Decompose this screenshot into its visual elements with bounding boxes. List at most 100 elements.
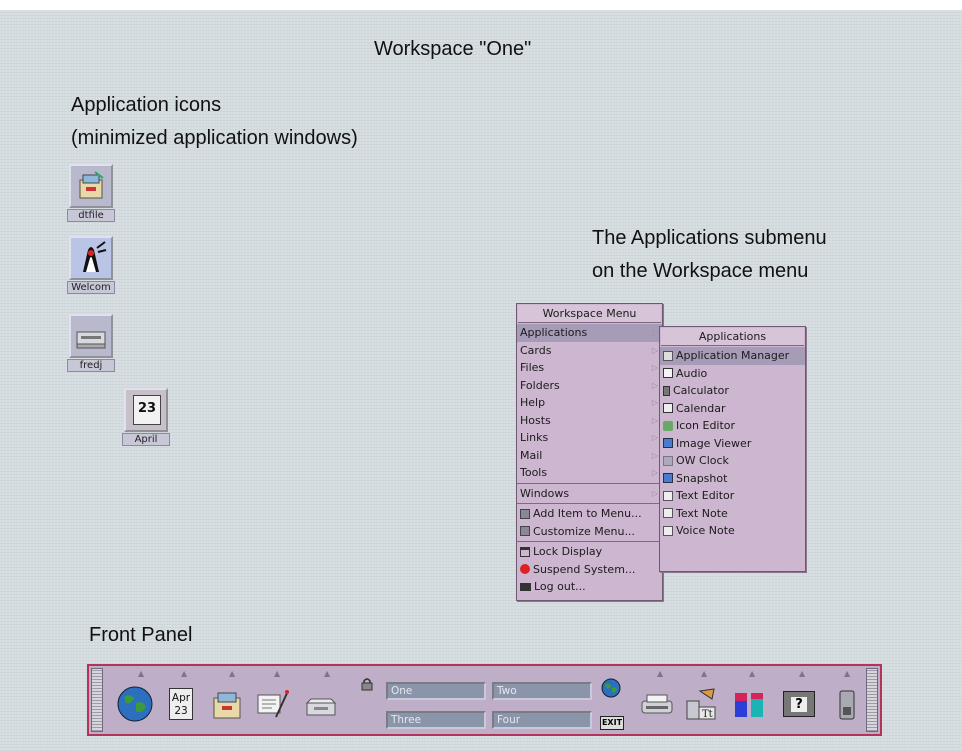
menu-item-mail[interactable]: Mail ▷ <box>517 447 662 465</box>
file-manager-icon <box>69 164 113 208</box>
submenu-caption: The Applications submenu <box>592 227 827 249</box>
menu-item-application-manager[interactable]: Application Manager <box>660 347 805 365</box>
menu-item-tools[interactable]: Tools ▷ <box>517 464 662 482</box>
menu-item-lock-display[interactable]: Lock Display <box>517 543 662 561</box>
workspace-caption: Workspace "One" <box>374 38 532 60</box>
trash-can-icon[interactable] <box>827 684 867 724</box>
subpanel-arrow-icon[interactable]: ▲ <box>181 669 187 678</box>
welcome-app-icon[interactable]: Welcom <box>67 236 115 294</box>
menu-separator <box>517 541 662 542</box>
application-manager-icon <box>663 350 673 361</box>
subpanel-arrow-icon[interactable]: ▲ <box>657 669 663 678</box>
workspace-menu: Workspace Menu Applications ▷ Cards ▷ File… <box>516 303 663 601</box>
lock-icon[interactable] <box>361 676 373 695</box>
globe-icon[interactable] <box>115 684 155 724</box>
subpanel-arrow-icon[interactable]: ▲ <box>229 669 235 678</box>
menu-item-add-item[interactable]: Add Item to Menu... <box>517 505 662 523</box>
menu-item-files[interactable]: Files ▷ <box>517 359 662 377</box>
desktop[interactable]: Workspace "One" Application icons (minim… <box>0 10 962 751</box>
icon-editor-icon <box>663 420 673 431</box>
add-item-icon <box>520 508 530 519</box>
menu-item-audio[interactable]: Audio <box>660 365 805 383</box>
mailer-icon[interactable] <box>301 684 341 724</box>
menu-item-voice-note[interactable]: Voice Note <box>660 522 805 540</box>
calculator-icon <box>663 385 670 396</box>
calendar-day: 23 <box>133 395 161 425</box>
svg-text:Tt: Tt <box>702 709 713 720</box>
menu-separator <box>517 482 662 484</box>
front-panel: ▲ ▲ ▲ ▲ ▲ ▲ ▲ ▲ ▲ ▲ Apr 23 One Two Three… <box>87 664 882 736</box>
workspace-one-button[interactable]: One <box>386 682 486 700</box>
subpanel-arrow-icon[interactable]: ▲ <box>274 669 280 678</box>
menu-item-applications[interactable]: Applications ▷ <box>517 324 662 342</box>
applications-submenu: Applications Application Manager Audio C… <box>659 326 806 572</box>
menu-item-text-note[interactable]: Text Note <box>660 505 805 523</box>
text-editor-icon[interactable] <box>253 684 293 724</box>
exit-button[interactable]: EXIT <box>600 716 624 730</box>
welcome-duke-icon <box>69 236 113 280</box>
text-note-icon <box>663 508 673 519</box>
file-manager-icon[interactable] <box>207 684 247 724</box>
calendar-icon: 23 <box>124 388 168 432</box>
performance-meter-icon[interactable] <box>729 684 769 724</box>
menu-item-help[interactable]: Help ▷ <box>517 394 662 412</box>
help-manager-icon[interactable]: ? <box>779 684 819 724</box>
app-icons-caption: Application icons <box>71 94 222 116</box>
menu-item-folders[interactable]: Folders ▷ <box>517 377 662 395</box>
calendar-month: Apr <box>171 692 191 704</box>
workspace-three-button[interactable]: Three <box>386 711 486 729</box>
menu-item-calendar[interactable]: Calendar <box>660 400 805 418</box>
subpanel-arrow-icon[interactable]: ▲ <box>701 669 707 678</box>
menu-item-cards[interactable]: Cards ▷ <box>517 342 662 360</box>
busy-globe-icon <box>601 678 621 702</box>
calendar-small-icon <box>663 403 673 414</box>
workspace-menu-title: Workspace Menu <box>518 305 661 323</box>
voice-note-icon <box>663 525 673 536</box>
menu-item-links[interactable]: Links ▷ <box>517 429 662 447</box>
menu-item-text-editor[interactable]: Text Editor <box>660 487 805 505</box>
menu-item-customize[interactable]: Customize Menu... <box>517 523 662 541</box>
panel-move-handle-right[interactable] <box>866 668 878 732</box>
customize-menu-icon <box>520 526 530 537</box>
calendar-icon[interactable]: Apr 23 <box>161 684 201 724</box>
menu-item-hosts[interactable]: Hosts ▷ <box>517 412 662 430</box>
menu-separator <box>517 503 662 504</box>
workspace-two-button[interactable]: Two <box>492 682 592 700</box>
dtfile-app-icon[interactable]: dtfile <box>67 164 115 222</box>
subpanel-arrow-icon[interactable]: ▲ <box>844 669 850 678</box>
menu-item-calculator[interactable]: Calculator <box>660 382 805 400</box>
subpanel-arrow-icon[interactable]: ▲ <box>138 669 144 678</box>
menu-item-suspend[interactable]: Suspend System... <box>517 561 662 579</box>
audio-icon <box>663 368 673 379</box>
workspace-four-button[interactable]: Four <box>492 711 592 729</box>
menu-item-image-viewer[interactable]: Image Viewer <box>660 435 805 453</box>
printer-icon[interactable] <box>637 684 677 724</box>
app-icon-label: Welcom <box>67 281 115 294</box>
app-icon-label: fredj <box>67 359 115 372</box>
april-app-icon[interactable]: 23 April <box>122 388 170 446</box>
app-icon-label: dtfile <box>67 209 115 222</box>
subpanel-arrow-icon[interactable]: ▲ <box>324 669 330 678</box>
menu-item-ow-clock[interactable]: OW Clock <box>660 452 805 470</box>
suspend-icon <box>520 564 530 575</box>
app-icon-label: April <box>122 433 170 446</box>
submenu-caption-sub: on the Workspace menu <box>592 260 809 282</box>
snapshot-icon <box>663 473 673 484</box>
calendar-day: 23 <box>174 705 188 717</box>
subpanel-arrow-icon[interactable]: ▲ <box>749 669 755 678</box>
panel-move-handle-left[interactable] <box>91 668 103 732</box>
subpanel-arrow-icon[interactable]: ▲ <box>799 669 805 678</box>
menu-item-windows[interactable]: Windows ▷ <box>517 485 662 503</box>
printer-tray-icon <box>69 314 113 358</box>
menu-item-logout[interactable]: Log out... <box>517 578 662 596</box>
style-manager-icon[interactable]: Tt <box>681 684 721 724</box>
fredj-app-icon[interactable]: fredj <box>67 314 115 372</box>
menu-item-snapshot[interactable]: Snapshot <box>660 470 805 488</box>
applications-menu-title: Applications <box>661 328 804 346</box>
image-viewer-icon <box>663 438 673 449</box>
help-icon: ? <box>791 696 807 712</box>
lock-icon <box>520 546 530 557</box>
menu-item-icon-editor[interactable]: Icon Editor <box>660 417 805 435</box>
clock-icon <box>663 455 673 466</box>
app-icons-caption-sub: (minimized application windows) <box>71 127 358 149</box>
